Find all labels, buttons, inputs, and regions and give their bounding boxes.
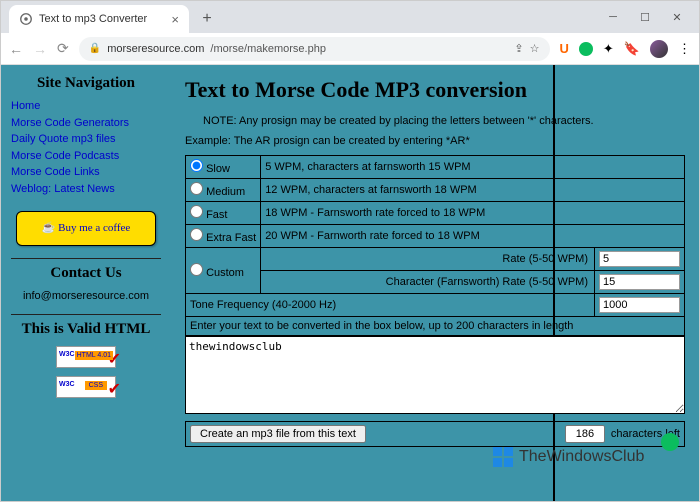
- create-mp3-button[interactable]: Create an mp3 file from this text: [190, 425, 366, 443]
- sidebar: Site Navigation Home Morse Code Generato…: [1, 65, 171, 501]
- extension-grammarly-icon[interactable]: [579, 42, 593, 56]
- nav-link-daily-quote[interactable]: Daily Quote mp3 files: [11, 131, 161, 148]
- minimize-button[interactable]: ─: [599, 7, 627, 27]
- windows-logo-icon: [491, 445, 515, 469]
- reload-button[interactable]: ⟳: [57, 40, 69, 57]
- nav-link-links[interactable]: Morse Code Links: [11, 164, 161, 181]
- note-prosign: NOTE: Any prosign may be created by plac…: [185, 115, 685, 127]
- lock-icon: 🔒: [89, 43, 101, 54]
- note-example: Example: The AR prosign can be created b…: [185, 135, 685, 147]
- contact-email: info@morseresource.com: [11, 290, 161, 302]
- custom-row-rate: Custom Rate (5-50 WPM): [186, 248, 685, 271]
- titlebar: Text to mp3 Converter × + ─ ☐ ✕: [1, 1, 699, 33]
- speed-desc: 20 WPM - Farnworth rate forced to 18 WPM: [261, 225, 685, 248]
- valid-heading: This is Valid HTML: [11, 321, 161, 338]
- nav-link-podcasts[interactable]: Morse Code Podcasts: [11, 148, 161, 165]
- speed-desc: 18 WPM - Farnsworth rate forced to 18 WP…: [261, 202, 685, 225]
- rate-input[interactable]: [599, 251, 680, 267]
- w3c-html-badge[interactable]: ✔: [56, 346, 116, 368]
- w3c-css-badge[interactable]: ✔: [56, 376, 116, 398]
- bookmarks-list-icon[interactable]: 🔖: [624, 41, 640, 57]
- address-bar[interactable]: 🔒 morseresource.com/morse/makemorse.php …: [79, 37, 550, 61]
- char-rate-label: Character (Farnsworth) Rate (5-50 WPM): [261, 271, 595, 294]
- tab-title: Text to mp3 Converter: [39, 13, 147, 25]
- chars-left-value: [565, 425, 605, 443]
- watermark: TheWindowsClub: [491, 445, 644, 469]
- grammarly-bubble-icon[interactable]: [661, 433, 679, 451]
- close-tab-icon[interactable]: ×: [171, 12, 179, 27]
- speed-desc: 5 WPM, characters at farnsworth 15 WPM: [261, 156, 685, 179]
- url-path: /morse/makemorse.php: [210, 43, 326, 55]
- bottom-bar: Create an mp3 file from this text charac…: [185, 421, 685, 447]
- share-icon[interactable]: ⇪: [514, 42, 523, 55]
- char-rate-input[interactable]: [599, 274, 680, 290]
- favicon-icon: [19, 12, 33, 26]
- speed-table: Slow 5 WPM, characters at farnsworth 15 …: [185, 155, 685, 317]
- bookmark-icon[interactable]: ☆: [530, 42, 540, 55]
- browser-tab[interactable]: Text to mp3 Converter ×: [9, 5, 189, 33]
- speed-row-slow: Slow 5 WPM, characters at farnsworth 15 …: [186, 156, 685, 179]
- speed-radio-extra-fast[interactable]: [190, 228, 203, 241]
- profile-avatar[interactable]: [650, 40, 668, 58]
- new-tab-button[interactable]: +: [195, 7, 219, 31]
- tone-label: Tone Frequency (40-2000 Hz): [186, 294, 595, 317]
- nav-link-home[interactable]: Home: [11, 98, 161, 115]
- nav-heading: Site Navigation: [11, 75, 161, 92]
- speed-radio-fast[interactable]: [190, 205, 203, 218]
- extensions-puzzle-icon[interactable]: ✦: [603, 41, 614, 57]
- url-domain: morseresource.com: [107, 43, 204, 55]
- speed-row-fast: Fast 18 WPM - Farnsworth rate forced to …: [186, 202, 685, 225]
- back-button[interactable]: ←: [9, 41, 23, 57]
- page-content: Site Navigation Home Morse Code Generato…: [1, 65, 699, 501]
- speed-desc: 12 WPM, characters at farnsworth 18 WPM: [261, 179, 685, 202]
- tone-row: Tone Frequency (40-2000 Hz): [186, 294, 685, 317]
- textarea-prompt: Enter your text to be converted in the b…: [185, 317, 685, 336]
- tone-input[interactable]: [599, 297, 680, 313]
- browser-window: Text to mp3 Converter × + ─ ☐ ✕ ← → ⟳ 🔒 …: [0, 0, 700, 502]
- nav-link-weblog[interactable]: Weblog: Latest News: [11, 181, 161, 198]
- maximize-button[interactable]: ☐: [631, 7, 659, 27]
- window-controls: ─ ☐ ✕: [599, 7, 699, 33]
- speed-radio-custom[interactable]: [190, 263, 203, 276]
- contact-heading: Contact Us: [11, 265, 161, 282]
- speed-row-extra-fast: Extra Fast 20 WPM - Farnworth rate force…: [186, 225, 685, 248]
- menu-icon[interactable]: ⋮: [678, 41, 691, 57]
- close-window-button[interactable]: ✕: [663, 7, 691, 27]
- divider: [11, 258, 161, 259]
- custom-row-char-rate: Character (Farnsworth) Rate (5-50 WPM): [186, 271, 685, 294]
- forward-button[interactable]: →: [33, 41, 47, 57]
- rate-label: Rate (5-50 WPM): [261, 248, 595, 271]
- speed-radio-slow[interactable]: [190, 159, 203, 172]
- nav-link-generators[interactable]: Morse Code Generators: [11, 115, 161, 132]
- page-title: Text to Morse Code MP3 conversion: [185, 77, 685, 103]
- browser-toolbar: ← → ⟳ 🔒 morseresource.com/morse/makemors…: [1, 33, 699, 65]
- text-input[interactable]: [185, 336, 685, 414]
- extension-u-icon[interactable]: U: [560, 41, 569, 56]
- speed-row-medium: Medium 12 WPM, characters at farnsworth …: [186, 179, 685, 202]
- main-panel: Text to Morse Code MP3 conversion NOTE: …: [171, 65, 699, 501]
- speed-radio-medium[interactable]: [190, 182, 203, 195]
- extension-icons: U ✦ 🔖 ⋮: [560, 40, 691, 58]
- buy-coffee-button[interactable]: ☕ Buy me a coffee: [16, 211, 156, 246]
- divider: [11, 314, 161, 315]
